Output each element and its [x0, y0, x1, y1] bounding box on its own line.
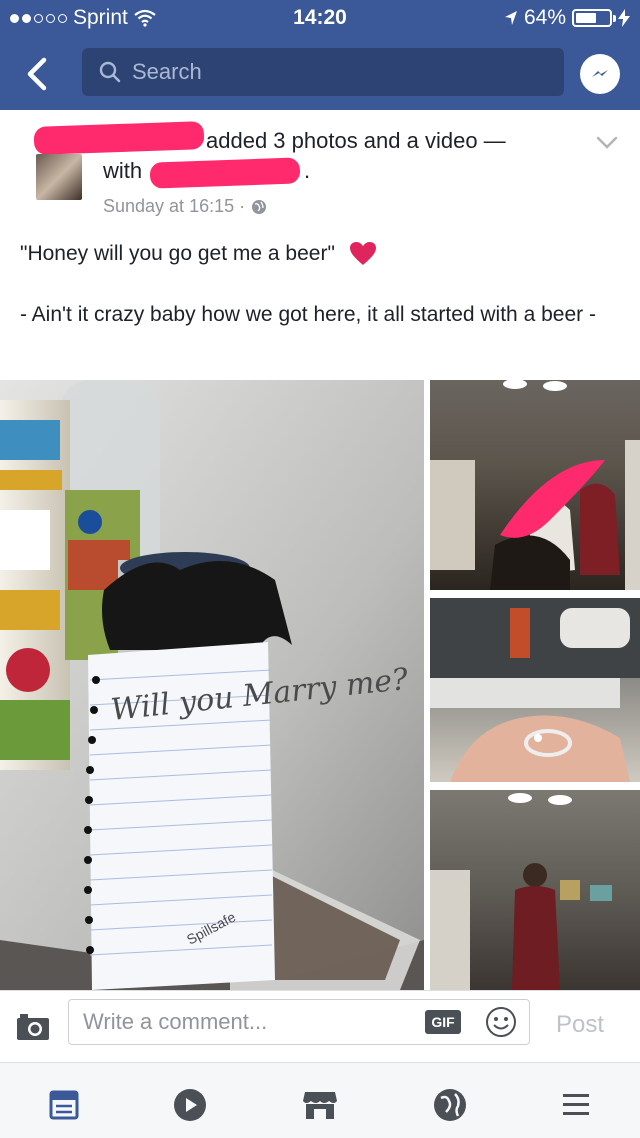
photo-side-2[interactable]	[430, 598, 640, 782]
tab-menu[interactable]	[556, 1085, 596, 1125]
photo-main-illustration: Spillsafe Will you Marry me?	[0, 380, 424, 990]
comment-input[interactable]	[83, 1009, 413, 1035]
photo-side-2-illustration	[430, 598, 640, 782]
play-icon	[174, 1089, 206, 1121]
back-arrow-icon[interactable]	[18, 54, 58, 94]
post-header: added 3 photos and a video — with . Sund…	[0, 110, 640, 220]
redacted-tagged-name	[149, 157, 301, 189]
post-text-line1: "Honey will you go get me a beer"	[20, 242, 335, 265]
photo-side-3[interactable]	[430, 790, 640, 990]
redacted-name	[33, 121, 205, 155]
chevron-down-icon[interactable]	[594, 132, 620, 152]
search-box[interactable]	[82, 48, 564, 96]
photo-main[interactable]: Spillsafe Will you Marry me?	[0, 380, 424, 990]
tab-watch[interactable]	[170, 1085, 210, 1125]
comment-field[interactable]: GIF	[68, 999, 530, 1045]
location-arrow-icon	[504, 11, 517, 25]
search-icon	[99, 61, 121, 83]
photo-side-1[interactable]	[430, 380, 640, 590]
photo-side-3-illustration	[430, 793, 612, 990]
messenger-button[interactable]	[580, 54, 620, 94]
news-feed-icon	[49, 1090, 79, 1120]
app-header: Sprint 14:20 64%	[0, 0, 640, 110]
status-right: 64%	[504, 6, 630, 30]
charging-bolt-icon	[618, 9, 630, 27]
post-timestamp[interactable]: Sunday at 16:15 ·	[103, 196, 267, 217]
globe-icon	[434, 1089, 466, 1121]
menu-icon	[563, 1094, 589, 1115]
search-input[interactable]	[132, 59, 532, 85]
post-action-text: added 3 photos and a video —	[206, 128, 506, 153]
photo-side-1-illustration	[430, 380, 640, 590]
post-timestamp-text: Sunday at 16:15 ·	[103, 196, 246, 216]
marketplace-icon	[303, 1092, 337, 1119]
battery-percent: 64%	[523, 6, 566, 29]
nav-bar	[0, 38, 640, 110]
globe-privacy-icon	[252, 199, 267, 214]
battery-icon	[572, 9, 616, 27]
status-bar: Sprint 14:20 64%	[0, 0, 640, 38]
tab-bar	[0, 1062, 640, 1138]
messenger-icon	[592, 70, 608, 77]
photo-grid: Spillsafe Will you Marry me?	[0, 380, 640, 990]
tab-news-feed[interactable]	[44, 1085, 84, 1125]
camera-icon[interactable]	[16, 1013, 50, 1041]
post-with-label: with	[103, 158, 143, 183]
post-text-line1-wrap: "Honey will you go get me a beer"	[20, 238, 620, 269]
post-body: "Honey will you go get me a beer" - Ain'…	[20, 238, 620, 360]
tab-marketplace[interactable]	[300, 1085, 340, 1125]
comment-bar: GIF Post	[0, 990, 640, 1058]
battery-fill	[576, 13, 597, 23]
avatar[interactable]	[36, 154, 82, 200]
emoji-icon[interactable]	[485, 1006, 517, 1038]
gif-button[interactable]: GIF	[425, 1010, 461, 1034]
post-button[interactable]: Post	[556, 1011, 604, 1039]
post-text-line2: - Ain't it crazy baby how we got here, i…	[20, 303, 596, 326]
post-with-suffix: .	[304, 158, 311, 183]
tab-notifications[interactable]	[430, 1085, 470, 1125]
heart-emoji-icon	[349, 242, 376, 266]
